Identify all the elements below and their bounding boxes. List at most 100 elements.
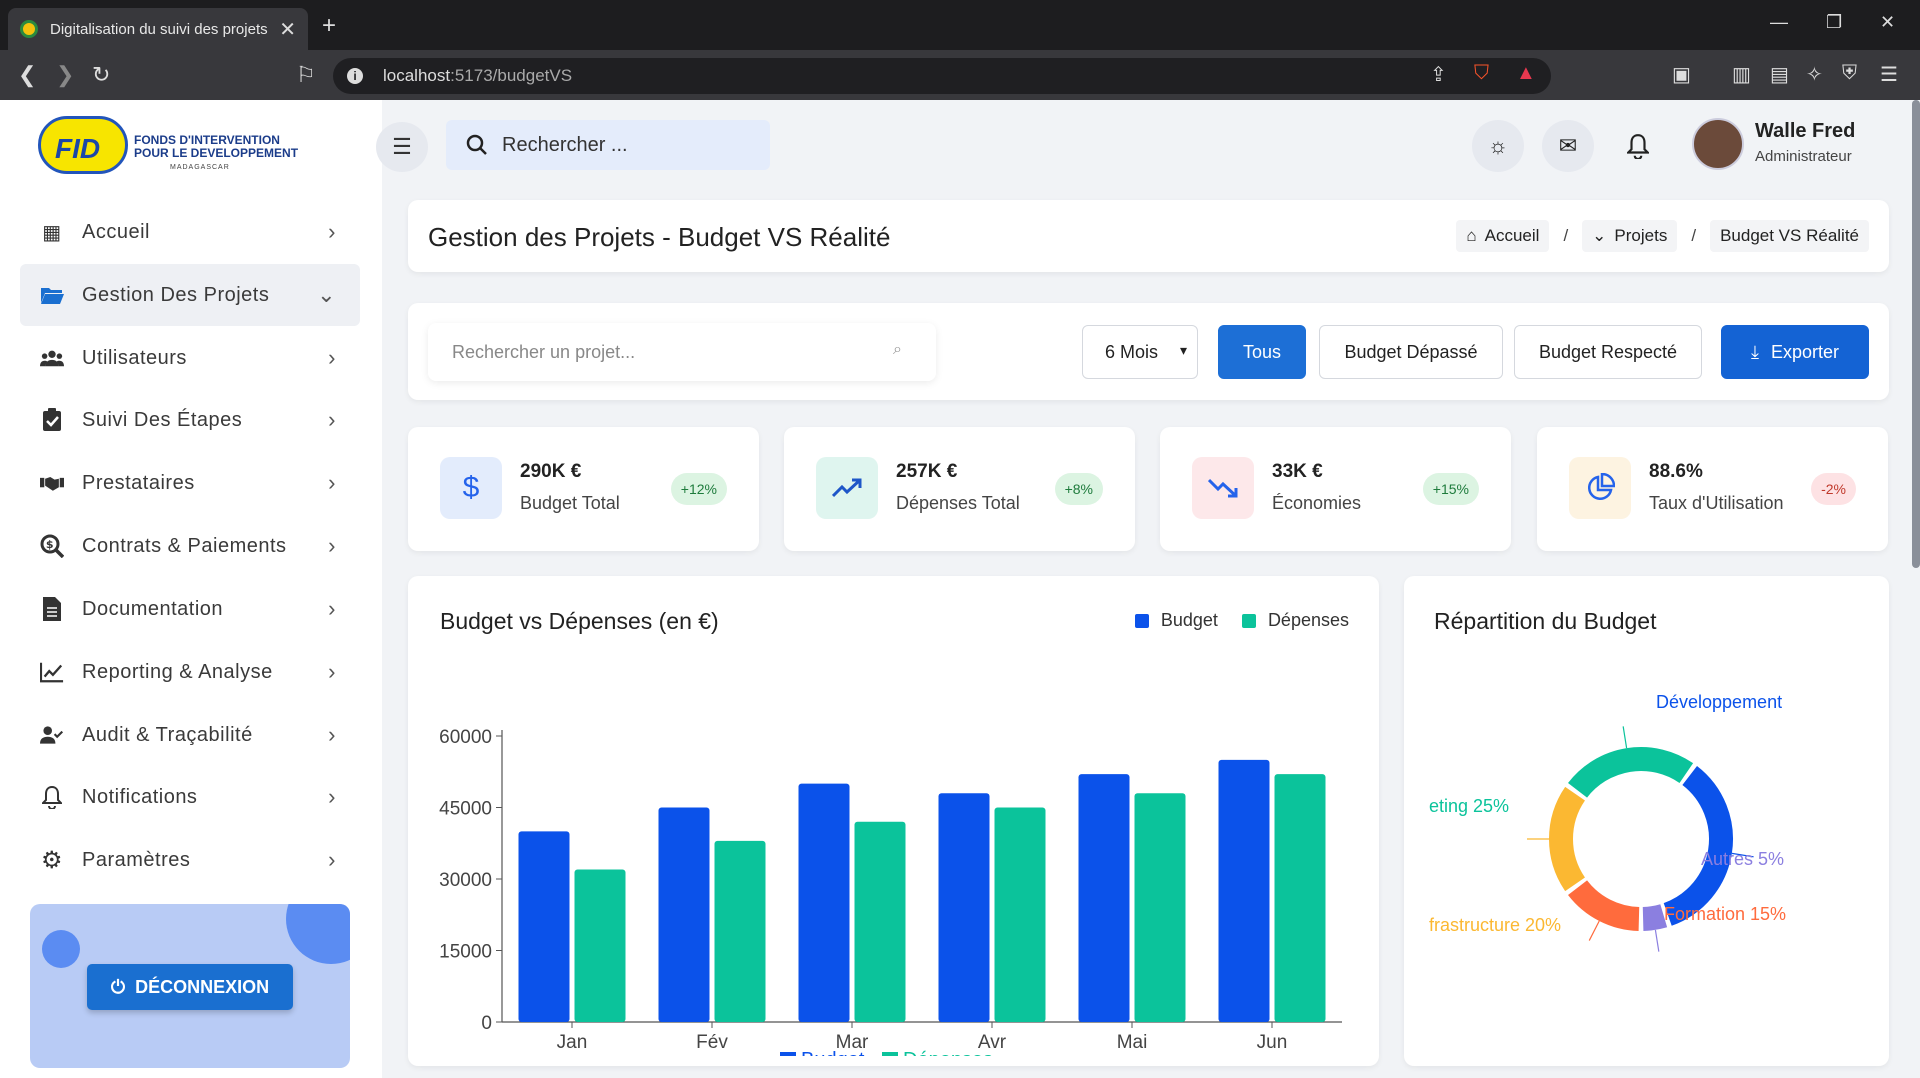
avatar[interactable] [1692,118,1744,170]
y-tick-label: 15000 [439,942,492,963]
vpn-icon[interactable]: ⛨ [1842,62,1857,85]
filter-over-budget-button[interactable]: Budget Dépassé [1319,325,1503,379]
breadcrumb-projets[interactable]: ⌄ Projets [1582,220,1678,252]
fid-logo[interactable]: FID FONDS D'INTERVENTION POUR LE DEVELOPP… [38,112,318,180]
leo-icon[interactable]: ✧ [1806,62,1823,87]
browser-tab[interactable]: Digitalisation du suivi des projets ✕ [8,8,308,50]
chevron-down-icon: ⌄ [317,282,336,307]
brave-shield-icon[interactable]: ⛉ [1474,62,1489,85]
clipboard-check-icon [40,408,64,432]
bell-icon [40,785,64,809]
wallet-icon[interactable]: ▤ [1770,62,1789,87]
stat-badge: -2% [1811,473,1856,505]
messages-button[interactable]: ✉ [1542,120,1594,172]
breadcrumb: ⌂ Accueil / ⌄ Projets / Budget VS Réalité [1456,220,1869,252]
sidebar-item-notifications[interactable]: Notifications › [20,766,360,828]
address-bar[interactable]: i localhost:5173/budgetVS [333,58,1551,94]
chart-bottom-legend: Budget Dépenses [780,1049,993,1056]
notifications-button[interactable] [1612,120,1664,172]
hamburger-menu-button[interactable]: ☰ [376,122,428,172]
favicon-icon [20,20,38,38]
stat-value: 33K € [1272,461,1323,482]
bar-depenses [1274,774,1326,1022]
chevron-right-icon: › [328,407,336,432]
chevron-down-icon: ⌄ [1592,226,1607,245]
filter-within-budget-button[interactable]: Budget Respecté [1514,325,1702,379]
user-name[interactable]: Walle Fred [1755,120,1855,143]
share-icon[interactable]: ⇪ [1430,62,1447,87]
bar-depenses [574,869,626,1022]
period-value: 6 Mois [1105,341,1159,362]
stat-label: Budget Total [520,493,620,513]
logout-button[interactable]: ⏻ DÉCONNEXION [87,964,293,1010]
chevron-right-icon: › [328,659,336,684]
back-icon[interactable]: ❮ [18,62,36,88]
scrollbar[interactable] [1912,100,1920,568]
browser-toolbar: ❮ ❯ ↻ ⚐ i localhost:5173/budgetVS ⇪ ⛉ ▲ … [0,50,1920,100]
x-tick-label: Fév [696,1032,728,1053]
donut-slice-autres [1642,904,1668,931]
logo-mark: FID [38,116,128,174]
legend-swatch-budget [1134,613,1149,628]
period-select[interactable]: 6 Mois ▾ [1082,325,1198,379]
sidebar-item-label: Accueil [82,220,150,243]
sidebar-item-suivi-etapes[interactable]: Suivi Des Étapes › [20,389,360,451]
legend-swatch-depenses [1241,613,1256,628]
stat-card-taux-utilisation: 88.6% Taux d'Utilisation -2% [1537,427,1888,551]
sidebar-item-audit[interactable]: Audit & Traçabilité › [20,704,360,766]
sidebar-item-label: Contrats & Paiements [82,534,287,557]
sidebar-item-accueil[interactable]: ▦ Accueil › [20,201,360,263]
chart-title: Budget vs Dépenses (en €) [440,608,719,634]
bookmark-icon[interactable]: ⚐ [296,62,316,88]
bar-budget [658,807,710,1022]
new-tab-icon[interactable]: + [322,12,336,40]
legend-label[interactable]: Dépenses [1268,610,1349,631]
donut-title: Répartition du Budget [1434,608,1657,634]
donut-slice-développement [1663,766,1733,926]
sidebar-item-parametres[interactable]: ⚙ Paramètres › [20,829,360,891]
minimize-icon[interactable]: — [1770,12,1788,33]
bar-depenses [1134,793,1186,1022]
reader-icon[interactable]: ▣ [1672,62,1691,87]
site-info-icon[interactable]: i [347,68,363,84]
envelope-icon: ✉ [1558,133,1578,158]
brave-rewards-icon[interactable]: ▲ [1516,62,1536,85]
sidebar-item-prestataires[interactable]: Prestataires › [20,452,360,514]
project-search-input[interactable]: Rechercher un projet... ⌕ [428,323,936,381]
export-button[interactable]: ⤓ Exporter [1721,325,1869,379]
folder-icon [40,283,64,307]
bar-chart: 015000300004500060000JanFévMarAvrMaiJunB… [439,727,1342,1056]
sidebar-item-label: Paramètres [82,848,191,871]
breadcrumb-home[interactable]: ⌂ Accueil [1456,220,1550,252]
logo-text: FONDS D'INTERVENTION POUR LE DEVELOPPEMEN… [134,133,299,160]
restore-icon[interactable]: ❐ [1826,12,1842,33]
sidebar-toggle-icon[interactable]: ▥ [1732,62,1751,87]
stat-card-economies: 33K € Économies +15% [1160,427,1511,551]
sidebar-item-label: Reporting & Analyse [82,660,273,683]
browser-tab-bar: Digitalisation du suivi des projets ✕ + … [0,0,1920,50]
sidebar-item-utilisateurs[interactable]: Utilisateurs › [20,327,360,389]
sidebar-item-reporting[interactable]: Reporting & Analyse › [20,641,360,703]
donut-label-infrastructure: frastructure 20% [1429,915,1561,935]
bar-budget [1218,759,1270,1022]
stat-value: 257K € [896,461,958,482]
bar-budget [798,783,850,1022]
global-search-input[interactable]: Rechercher ... [446,120,770,170]
sidebar-item-label: Documentation [82,597,224,620]
stat-label: Économies [1272,493,1362,513]
x-tick-label: Jan [557,1032,588,1053]
sidebar-item-gestion-projets[interactable]: Gestion Des Projets ⌄ [20,264,360,326]
chevron-right-icon: › [328,847,336,872]
close-tab-icon[interactable]: ✕ [279,17,296,42]
forward-icon[interactable]: ❯ [56,62,74,88]
sidebar-item-contrats-paiements[interactable]: $ Contrats & Paiements › [20,515,360,577]
filter-all-button[interactable]: Tous [1218,325,1306,379]
menu-icon[interactable]: ☰ [1880,62,1898,87]
sidebar-item-documentation[interactable]: Documentation › [20,578,360,640]
theme-toggle-button[interactable]: ☼ [1472,120,1524,172]
y-tick-label: 45000 [439,799,492,820]
donut-label-autres: Autres 5% [1701,849,1784,869]
window-close-icon[interactable]: ✕ [1880,12,1895,33]
legend-label[interactable]: Budget [1161,610,1218,631]
reload-icon[interactable]: ↻ [92,62,110,88]
